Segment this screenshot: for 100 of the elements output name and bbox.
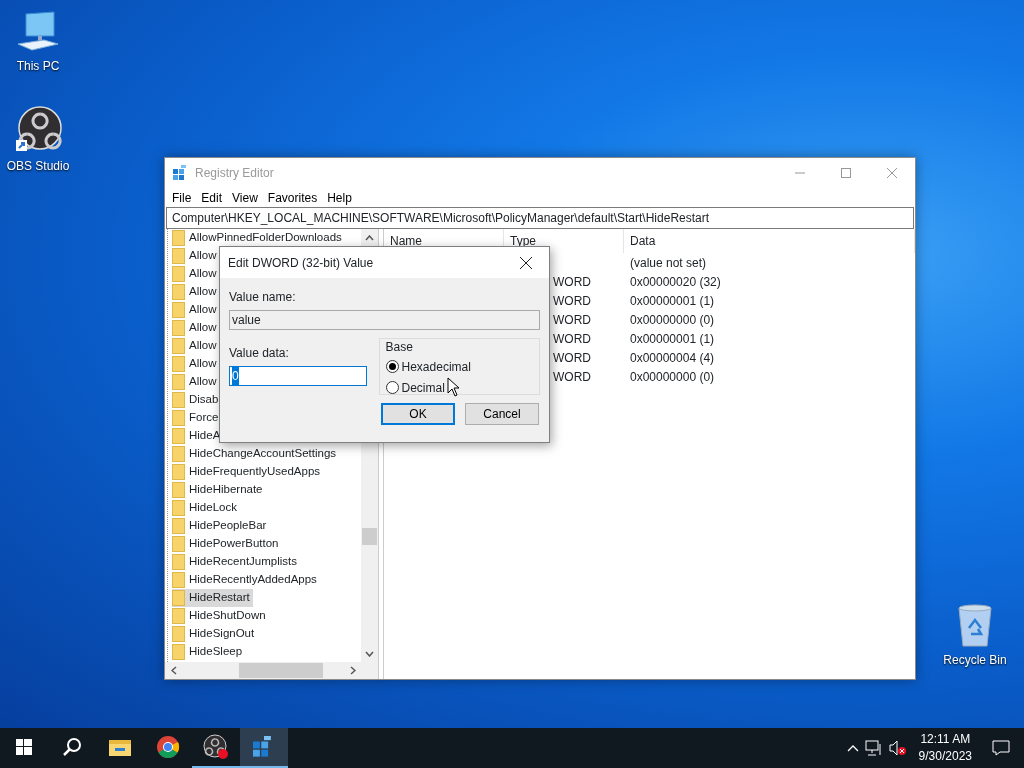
table-cell-text: 0x00000004 (4) — [629, 350, 715, 365]
folder-icon — [172, 500, 185, 516]
dialog-button[interactable]: OK — [381, 403, 455, 425]
radio-button[interactable] — [385, 360, 399, 373]
notification-icon[interactable] — [992, 740, 1010, 756]
tree-item[interactable]: Allow — [172, 337, 220, 355]
chevron-up-icon — [365, 234, 374, 241]
value-name-field[interactable]: value — [229, 310, 540, 330]
desktop-icon-label[interactable]: This PC — [16, 57, 60, 75]
radio-label[interactable]: Hexadecimal — [401, 357, 471, 376]
tree-item[interactable]: Force — [172, 409, 222, 427]
tree-item[interactable]: HidePeopleBar — [172, 517, 270, 535]
registry-editor-icon — [173, 165, 189, 181]
folder-icon — [172, 626, 185, 642]
tree-item[interactable]: HideRecentJumplists — [172, 553, 300, 571]
column-header[interactable]: Data — [624, 229, 915, 253]
tree-item[interactable]: HideFrequentlyUsedApps — [172, 463, 324, 481]
chrome-logo-icon — [156, 735, 180, 759]
chevron-right-icon — [349, 666, 356, 675]
desktop-icon-label[interactable]: OBS Studio — [6, 157, 70, 175]
scrollbar-thumb[interactable] — [239, 663, 323, 678]
chevron-left-icon — [170, 666, 177, 675]
menu-item[interactable]: View — [227, 188, 263, 207]
folder-icon — [172, 284, 185, 300]
tree-item[interactable]: Allow — [172, 355, 220, 373]
folder-icon — [172, 482, 185, 498]
network-icon[interactable] — [864, 740, 883, 756]
tree-item[interactable]: HideRestart — [172, 589, 253, 607]
group-label: Base — [385, 339, 414, 356]
tree-item[interactable]: HideSignOut — [172, 625, 258, 643]
folder-icon — [172, 320, 185, 336]
tree-item[interactable]: HideA — [172, 427, 224, 445]
folder-icon — [172, 428, 185, 444]
tree-item[interactable]: AllowPinnedFolderDownloads — [172, 229, 345, 247]
window-title: Registry Editor — [195, 165, 274, 182]
tree-item[interactable]: Allow — [172, 301, 220, 319]
folder-icon — [172, 554, 185, 570]
folder-icon — [172, 518, 185, 534]
menu-item[interactable]: Edit — [196, 188, 228, 207]
table-cell-text: WORD — [552, 274, 591, 289]
folder-icon — [172, 374, 185, 390]
tree-item[interactable]: HideRecentlyAddedApps — [172, 571, 320, 589]
tree-item[interactable]: HideLock — [172, 499, 240, 517]
menu-item[interactable]: File — [167, 188, 197, 207]
folder-icon — [172, 446, 185, 462]
tree-item[interactable]: Allow — [172, 283, 220, 301]
obs-logo-icon — [203, 734, 229, 760]
tree-item[interactable]: HidePowerButton — [172, 535, 282, 553]
radio-label[interactable]: Decimal — [401, 378, 445, 397]
tree-item[interactable]: Disab — [172, 391, 222, 409]
dialog-title: Edit DWORD (32-bit) Value — [228, 254, 374, 272]
search-icon — [62, 737, 82, 757]
table-cell-text: 0x00000000 (0) — [629, 369, 715, 384]
table-cell-text: 0x00000000 (0) — [629, 312, 715, 327]
menu-item[interactable]: Favorites — [262, 188, 323, 207]
tree-item[interactable]: HideChangeAccountSettings — [172, 445, 340, 463]
maximize-icon — [841, 168, 851, 178]
table-cell-text: WORD — [552, 293, 591, 308]
address-bar[interactable]: Computer\HKEY_LOCAL_MACHINE\SOFTWARE\Microsoft\PolicyManager\default\Start\HideRestart — [166, 207, 914, 229]
folder-icon — [172, 572, 185, 588]
table-cell-text: 0x00000020 (32) — [629, 274, 721, 289]
value-data-field[interactable]: 0 — [229, 366, 367, 386]
tree-item[interactable]: Allow — [172, 247, 220, 265]
volume-muted-icon[interactable] — [888, 740, 907, 756]
folder-icon — [172, 464, 185, 480]
table-cell-text: 0x00000001 (1) — [629, 293, 715, 308]
folder-icon — [172, 536, 185, 552]
table-cell-text: WORD — [552, 312, 591, 327]
radio-button[interactable] — [385, 381, 399, 394]
field-label: Value name: — [229, 289, 297, 306]
folder-icon — [109, 738, 131, 756]
field-label: Value data: — [229, 345, 290, 362]
menu-item[interactable]: Help — [322, 188, 357, 207]
folder-icon — [172, 266, 185, 282]
mouse-cursor-icon — [447, 377, 460, 397]
scrollbar-thumb[interactable] — [362, 528, 377, 545]
windows-logo-icon — [16, 739, 32, 755]
table-cell-text: (value not set) — [629, 255, 707, 270]
folder-icon — [172, 338, 185, 354]
folder-icon — [172, 590, 185, 606]
tree-item[interactable]: HideShutDown — [172, 607, 269, 625]
dialog-button[interactable]: Cancel — [465, 403, 539, 425]
obs-logo-icon — [14, 106, 62, 154]
folder-icon — [172, 608, 185, 624]
table-cell-text: WORD — [552, 350, 591, 365]
tree-item[interactable]: Allow — [172, 265, 220, 283]
tree-item[interactable]: Allow — [172, 319, 220, 337]
folder-icon — [172, 248, 185, 264]
folder-icon — [172, 410, 185, 426]
tree-item[interactable]: HideSleep — [172, 643, 246, 661]
folder-icon — [172, 644, 185, 660]
close-icon — [887, 168, 897, 178]
close-icon — [520, 256, 532, 269]
folder-icon — [172, 356, 185, 372]
table-cell-text: WORD — [552, 369, 591, 384]
chevron-up-icon[interactable] — [846, 744, 859, 752]
desktop-icon-label[interactable]: Recycle Bin — [943, 651, 1007, 669]
tree-item[interactable]: HideHibernate — [172, 481, 266, 499]
clock[interactable]: 12:11 AM 9/30/2023 — [912, 731, 978, 765]
tree-item[interactable]: Allow — [172, 373, 220, 391]
